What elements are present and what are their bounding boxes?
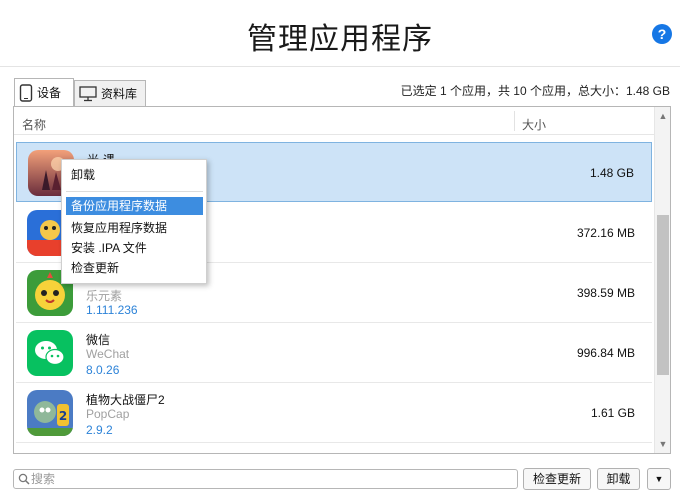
app-size: 398.59 MB: [576, 286, 635, 300]
monitor-icon: [79, 85, 97, 101]
svg-text:2: 2: [59, 409, 67, 423]
list-scrollbar[interactable]: ▲ ▼: [654, 107, 670, 453]
app-size: 1.61 GB: [590, 406, 635, 420]
app-name: 植物大战僵尸2: [86, 393, 165, 407]
context-menu: 卸载 备份应用程序数据 恢复应用程序数据 安装 .IPA 文件 检查更新: [61, 159, 207, 284]
app-vendor: WeChat: [86, 347, 130, 361]
more-options-button[interactable]: ▼: [647, 468, 671, 490]
app-vendor: PopCap: [86, 407, 130, 421]
pvz2-app-icon: 2: [27, 390, 73, 436]
tab-devices[interactable]: 设备: [14, 78, 74, 106]
column-separator: [514, 111, 515, 131]
search-icon: [18, 473, 30, 485]
app-version: 8.0.26: [86, 363, 120, 377]
wechat-app-icon: [27, 330, 73, 376]
app-size: 1.48 GB: [589, 166, 634, 180]
app-name: 微信: [86, 333, 111, 347]
app-vendor: 乐元素: [86, 289, 123, 303]
tab-devices-label: 设备: [37, 86, 62, 100]
check-update-button[interactable]: 检查更新: [523, 468, 591, 490]
selection-status: 已选定 1 个应用，共 10 个应用，总大小：1.48 GB: [400, 84, 670, 98]
menu-item-check-update[interactable]: 检查更新: [66, 259, 203, 277]
column-name[interactable]: 名称: [22, 116, 46, 133]
scroll-up-icon[interactable]: ▲: [655, 109, 670, 123]
menu-separator: [66, 191, 203, 192]
page-title: 管理应用程序: [247, 22, 433, 57]
column-header: 名称 大小: [14, 107, 654, 135]
tab-library-label: 资料库: [101, 87, 138, 101]
help-icon[interactable]: ?: [652, 24, 672, 44]
uninstall-button[interactable]: 卸载: [597, 468, 640, 490]
app-version: 1.111.236: [86, 303, 138, 317]
menu-item-install-ipa[interactable]: 安装 .IPA 文件: [66, 239, 203, 257]
menu-item-uninstall[interactable]: 卸载: [66, 166, 203, 184]
app-size: 996.84 MB: [576, 346, 635, 360]
phone-icon: [19, 83, 33, 102]
scroll-down-icon[interactable]: ▼: [655, 437, 670, 451]
header-divider: [0, 66, 680, 67]
search-input[interactable]: [31, 471, 511, 487]
column-size[interactable]: 大小: [522, 116, 546, 133]
menu-item-restore[interactable]: 恢复应用程序数据: [66, 219, 203, 237]
app-version: 2.9.2: [86, 423, 113, 437]
search-box[interactable]: [13, 469, 518, 489]
app-row[interactable]: 2 植物大战僵尸2 PopCap 2.9.2 1.61 GB: [16, 383, 652, 443]
app-size: 372.16 MB: [576, 226, 635, 240]
menu-item-backup[interactable]: 备份应用程序数据: [66, 197, 203, 215]
tab-library[interactable]: 资料库: [74, 80, 146, 106]
scrollbar-thumb[interactable]: [657, 215, 669, 375]
app-row[interactable]: 微信 WeChat 8.0.26 996.84 MB: [16, 323, 652, 383]
